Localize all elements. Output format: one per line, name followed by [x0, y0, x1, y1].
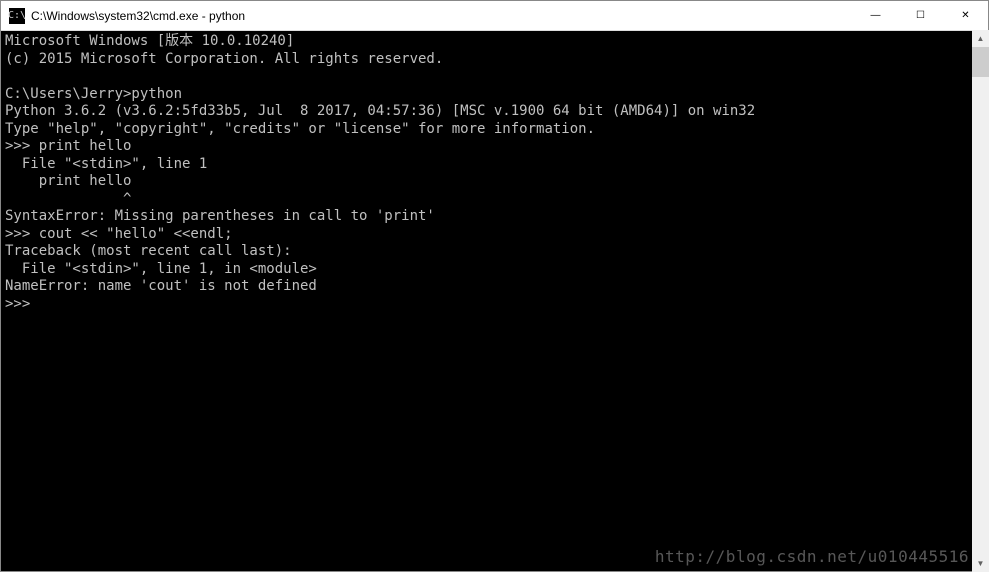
terminal-line: >>> cout << "hello" <<endl;	[5, 226, 233, 242]
watermark-text: http://blog.csdn.net/u010445516	[655, 547, 969, 566]
scroll-up-button[interactable]: ▲	[972, 30, 989, 47]
terminal-line: Microsoft Windows [版本 10.0.10240]	[5, 33, 294, 49]
cmd-window: C:\ C:\Windows\system32\cmd.exe - python…	[0, 0, 989, 572]
cmd-icon: C:\	[9, 8, 25, 24]
terminal-line: NameError: name 'cout' is not defined	[5, 278, 317, 294]
scroll-down-button[interactable]: ▼	[972, 555, 989, 572]
minimize-button[interactable]: —	[853, 1, 898, 30]
terminal-line: print hello	[5, 173, 131, 189]
close-button[interactable]: ✕	[943, 1, 988, 30]
terminal-line: Type "help", "copyright", "credits" or "…	[5, 121, 595, 137]
titlebar[interactable]: C:\ C:\Windows\system32\cmd.exe - python…	[1, 1, 988, 31]
terminal-line: >>> print hello	[5, 138, 131, 154]
window-controls: — ☐ ✕	[853, 1, 988, 30]
cmd-icon-label: C:\	[8, 10, 26, 21]
terminal-line: File "<stdin>", line 1, in <module>	[5, 261, 317, 277]
vertical-scrollbar[interactable]: ▲ ▼	[972, 30, 989, 572]
terminal-line: (c) 2015 Microsoft Corporation. All righ…	[5, 51, 443, 67]
terminal-line: >>>	[5, 296, 30, 312]
maximize-button[interactable]: ☐	[898, 1, 943, 30]
terminal-line: Traceback (most recent call last):	[5, 243, 292, 259]
terminal-line: C:\Users\Jerry>python	[5, 86, 182, 102]
terminal-line: Python 3.6.2 (v3.6.2:5fd33b5, Jul 8 2017…	[5, 103, 755, 119]
terminal-line: ^	[5, 191, 131, 207]
terminal-content[interactable]: Microsoft Windows [版本 10.0.10240] (c) 20…	[1, 31, 988, 571]
terminal-line: SyntaxError: Missing parentheses in call…	[5, 208, 435, 224]
window-title: C:\Windows\system32\cmd.exe - python	[31, 9, 853, 23]
scroll-thumb[interactable]	[972, 47, 989, 77]
terminal-line: File "<stdin>", line 1	[5, 156, 207, 172]
